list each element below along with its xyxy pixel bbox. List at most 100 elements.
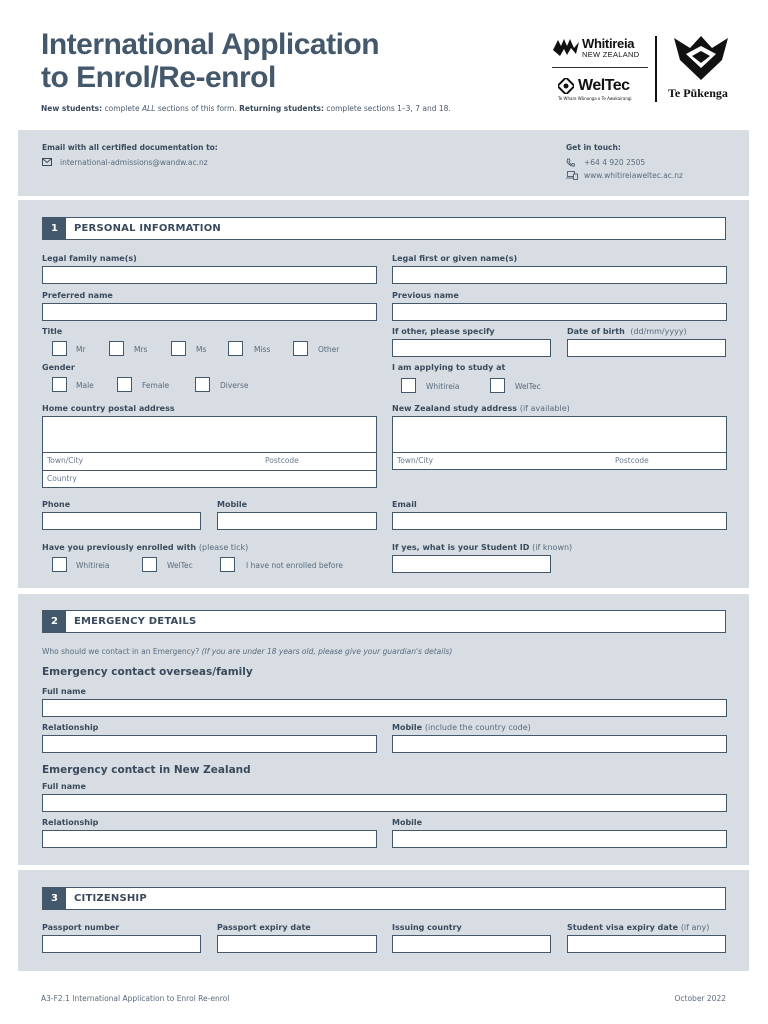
previous-name-input[interactable] xyxy=(392,303,727,321)
dob-label: Date of birth (dd/mm/yyyy) xyxy=(567,327,687,336)
gender-diverse-label: Diverse xyxy=(220,381,249,390)
page-title: International Application to Enrol/Re-en… xyxy=(41,28,380,94)
nz-relationship-label: Relationship xyxy=(42,818,99,827)
te-pukenga-mark-icon xyxy=(674,36,728,80)
nz-address-hint: (if available) xyxy=(519,404,570,413)
nz-relationship-input[interactable] xyxy=(42,830,377,848)
dob-input[interactable] xyxy=(567,339,726,357)
phone-input[interactable] xyxy=(42,512,201,530)
title-ms-checkbox[interactable] xyxy=(171,341,186,356)
prev-whitireia-checkbox[interactable] xyxy=(52,557,67,572)
section-3-header: 3 CITIZENSHIP xyxy=(42,887,726,910)
overseas-mobile-hint: (include the country code) xyxy=(424,723,531,732)
student-id-hint: (if known) xyxy=(532,543,573,552)
gender-female-label: Female xyxy=(142,381,170,390)
weltec-sub: Te Whare Wānanga o Te Awakairangi xyxy=(558,96,632,101)
title-miss-label: Miss xyxy=(254,345,271,354)
envelope-icon xyxy=(42,158,52,166)
passport-number-input[interactable] xyxy=(42,935,201,953)
title-mr-checkbox[interactable] xyxy=(52,341,67,356)
section-2-title: EMERGENCY DETAILS xyxy=(74,616,197,627)
visa-expiry-input[interactable] xyxy=(567,935,726,953)
intro-returning-text: complete sections 1–3, 7 and 18. xyxy=(324,104,451,113)
phone-icon xyxy=(566,158,575,167)
preferred-name-label: Preferred name xyxy=(42,291,113,300)
te-pukenga-name: Te Pūkenga xyxy=(668,86,728,100)
passport-expiry-label: Passport expiry date xyxy=(217,923,311,932)
intro-new-label: New students: xyxy=(41,104,103,113)
apply-whitireia-checkbox[interactable] xyxy=(401,378,416,393)
overseas-mobile-label: Mobile (include the country code) xyxy=(392,723,531,732)
passport-number-label: Passport number xyxy=(42,923,120,932)
mobile-label: Mobile xyxy=(217,500,248,509)
applying-label: I am applying to study at xyxy=(392,363,506,372)
title-other-checkbox[interactable] xyxy=(293,341,308,356)
home-address-block[interactable]: Town/City Postcode Country xyxy=(42,416,377,488)
nz-address-block[interactable]: Town/City Postcode xyxy=(392,416,727,470)
email-input[interactable] xyxy=(392,512,727,530)
prev-whitireia-label: Whitireia xyxy=(76,561,110,570)
whitireia-sub: NEW ZEALAND xyxy=(582,50,640,59)
title-mrs-checkbox[interactable] xyxy=(109,341,124,356)
whitireia-mark-icon xyxy=(553,39,579,56)
title-mr-label: Mr xyxy=(76,345,86,354)
mobile-input[interactable] xyxy=(217,512,377,530)
apply-whitireia-label: Whitireia xyxy=(426,382,460,391)
apply-weltec-checkbox[interactable] xyxy=(490,378,505,393)
if-other-input[interactable] xyxy=(392,339,551,357)
whitireia-logo: Whitireia NEW ZEALAND xyxy=(548,34,648,60)
emergency-question-hint: (If you are under 18 years old, please g… xyxy=(201,647,453,656)
if-other-label: If other, please specify xyxy=(392,327,495,336)
overseas-relationship-input[interactable] xyxy=(42,735,377,753)
overseas-mobile-input[interactable] xyxy=(392,735,727,753)
intro-new-text-b: sections of this form. xyxy=(155,104,240,113)
overseas-full-name-input[interactable] xyxy=(42,699,727,717)
section-1-title: PERSONAL INFORMATION xyxy=(74,223,221,234)
prev-not-enrolled-checkbox[interactable] xyxy=(220,557,235,572)
contact-email-link[interactable]: international-admissions@wandw.ac.nz xyxy=(60,158,208,167)
home-postcode-label: Postcode xyxy=(265,456,299,465)
section-2-number: 2 xyxy=(43,611,66,632)
apply-weltec-label: WelTec xyxy=(515,382,541,391)
visa-expiry-label: Student visa expiry date (if any) xyxy=(567,923,709,932)
legal-family-name-label: Legal family name(s) xyxy=(42,254,137,263)
footer-doc-code: A3-F2.1 International Application to Enr… xyxy=(41,994,230,1003)
nz-postcode-label: Postcode xyxy=(615,456,649,465)
contact-website-link[interactable]: www.whitireiaweltec.ac.nz xyxy=(584,171,683,180)
student-id-input[interactable] xyxy=(392,555,551,573)
legal-family-name-input[interactable] xyxy=(42,266,377,284)
emergency-question-text: Who should we contact in an Emergency? xyxy=(42,647,200,656)
section-3-title: CITIZENSHIP xyxy=(74,893,147,904)
gender-female-checkbox[interactable] xyxy=(117,377,132,392)
home-town-city-label: Town/City xyxy=(47,456,84,465)
footer-date: October 2022 xyxy=(674,994,727,1003)
prev-weltec-checkbox[interactable] xyxy=(142,557,157,572)
nz-full-name-input[interactable] xyxy=(42,794,727,812)
email-heading: Email with all certified documentation t… xyxy=(42,143,218,152)
gender-diverse-checkbox[interactable] xyxy=(195,377,210,392)
nz-full-name-label: Full name xyxy=(42,782,86,791)
overseas-full-name-label: Full name xyxy=(42,687,86,696)
previous-name-label: Previous name xyxy=(392,291,459,300)
home-address-label: Home country postal address xyxy=(42,404,175,413)
intro-returning-label: Returning students: xyxy=(239,104,325,113)
issuing-country-label: Issuing country xyxy=(392,923,462,932)
legal-first-name-label: Legal first or given name(s) xyxy=(392,254,518,263)
gender-male-checkbox[interactable] xyxy=(52,377,67,392)
passport-expiry-input[interactable] xyxy=(217,935,377,953)
contact-phone: +64 4 920 2505 xyxy=(584,158,646,167)
nz-contact-heading: Emergency contact in New Zealand xyxy=(42,764,251,776)
title-line-1: International Application xyxy=(41,28,380,61)
preferred-name-input[interactable] xyxy=(42,303,377,321)
email-label: Email xyxy=(392,500,417,509)
issuing-country-input[interactable] xyxy=(392,935,551,953)
prev-enrolled-label: Have you previously enrolled with (pleas… xyxy=(42,543,248,552)
gender-male-label: Male xyxy=(76,381,94,390)
section-3-number: 3 xyxy=(43,888,66,909)
legal-first-name-input[interactable] xyxy=(392,266,727,284)
title-miss-checkbox[interactable] xyxy=(228,341,243,356)
nz-mobile-input[interactable] xyxy=(392,830,727,848)
nz-address-label: New Zealand study address (if available) xyxy=(392,404,570,413)
dob-label-text: Date of birth xyxy=(567,327,625,336)
home-country-label: Country xyxy=(47,474,77,483)
